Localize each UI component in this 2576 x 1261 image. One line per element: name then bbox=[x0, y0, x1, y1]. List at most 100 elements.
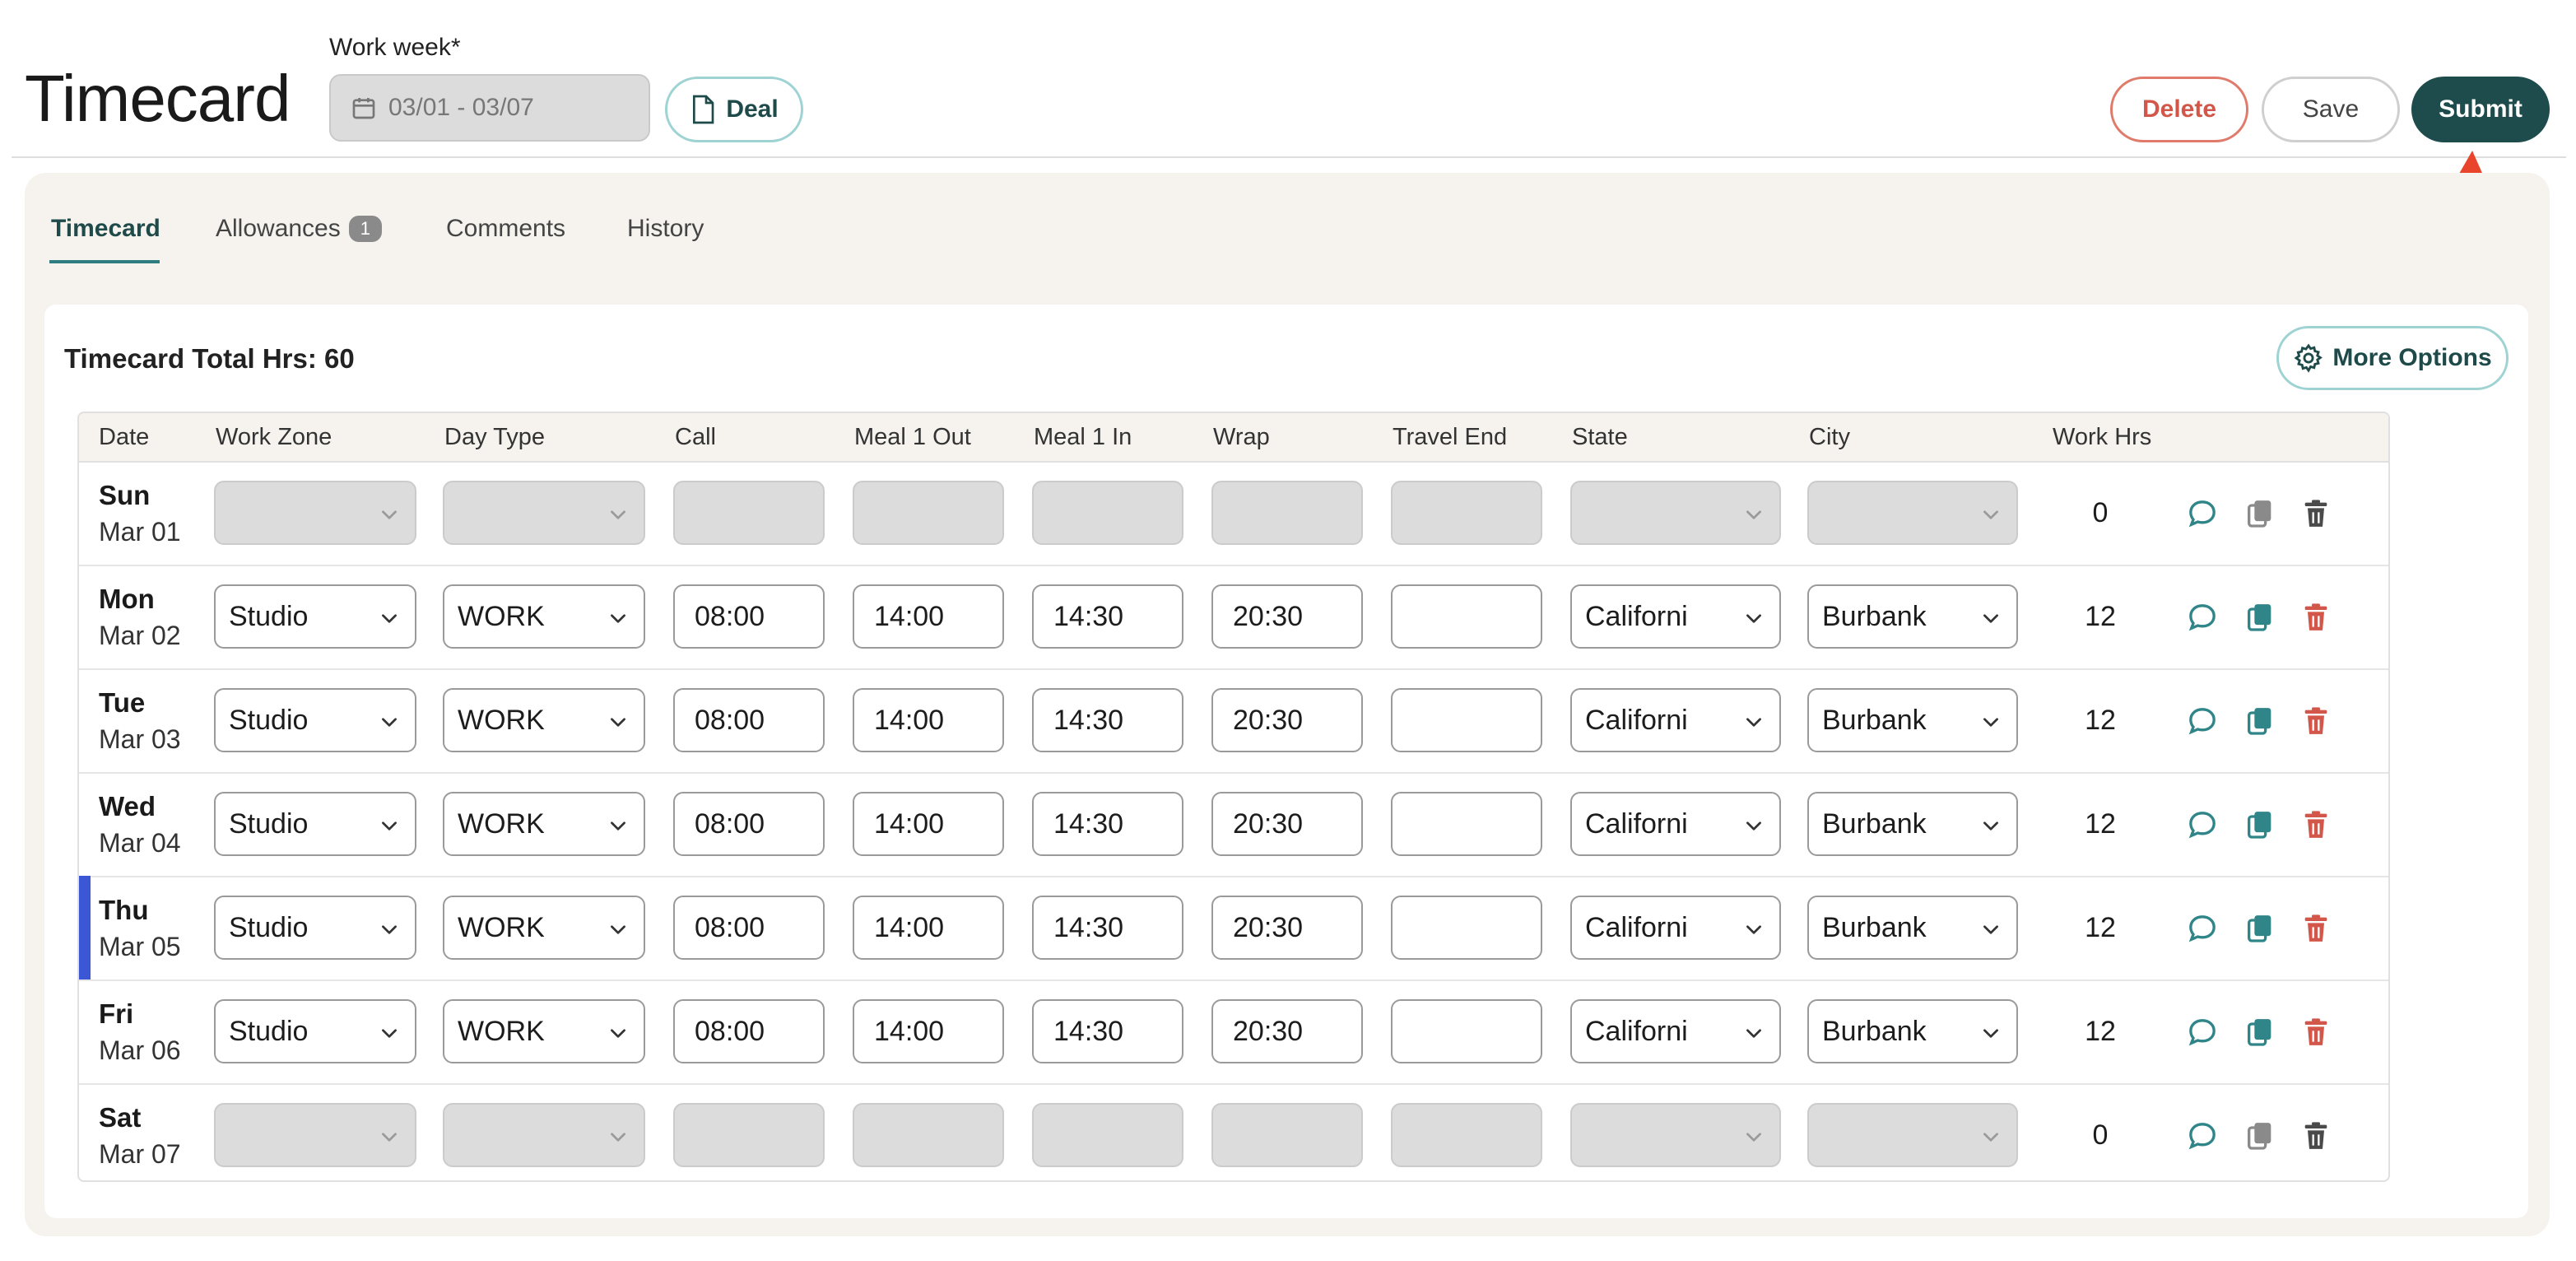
copy-icon[interactable] bbox=[2244, 705, 2276, 738]
copy-icon[interactable] bbox=[2244, 497, 2276, 530]
travel-end-input[interactable] bbox=[1391, 688, 1542, 752]
day-type-value: WORK bbox=[458, 808, 545, 840]
copy-icon[interactable] bbox=[2244, 808, 2276, 841]
city-select[interactable]: Burbank bbox=[1807, 896, 2018, 960]
call-input[interactable] bbox=[673, 481, 825, 545]
trash-icon[interactable] bbox=[2299, 601, 2332, 634]
meal1-out-input[interactable]: 14:00 bbox=[853, 584, 1004, 649]
meal1-in-input[interactable]: 14:30 bbox=[1032, 999, 1183, 1063]
state-select[interactable] bbox=[1570, 481, 1781, 545]
meal1-out-input[interactable]: 14:00 bbox=[853, 999, 1004, 1063]
meal1-in-input[interactable]: 14:30 bbox=[1032, 584, 1183, 649]
wrap-input[interactable] bbox=[1211, 1103, 1363, 1167]
call-input[interactable]: 08:00 bbox=[673, 999, 825, 1063]
meal1-in-input[interactable] bbox=[1032, 481, 1183, 545]
trash-icon[interactable] bbox=[2299, 1016, 2332, 1049]
meal1-out-input[interactable] bbox=[853, 481, 1004, 545]
meal1-in-input[interactable] bbox=[1032, 1103, 1183, 1167]
copy-icon[interactable] bbox=[2244, 1119, 2276, 1152]
wrap-input[interactable]: 20:30 bbox=[1211, 792, 1363, 856]
work-zone-select[interactable]: Studio bbox=[214, 792, 416, 856]
comment-icon[interactable] bbox=[2186, 1016, 2219, 1049]
copy-icon[interactable] bbox=[2244, 1016, 2276, 1049]
travel-end-input[interactable] bbox=[1391, 999, 1542, 1063]
day-type-select[interactable]: WORK bbox=[443, 896, 645, 960]
state-select[interactable]: Californi bbox=[1570, 584, 1781, 649]
state-select[interactable]: Californi bbox=[1570, 999, 1781, 1063]
wrap-input[interactable] bbox=[1211, 481, 1363, 545]
travel-end-input[interactable] bbox=[1391, 896, 1542, 960]
work-zone-select[interactable]: Studio bbox=[214, 999, 416, 1063]
table-row: Wed Mar 04 Studio WORK Californi Burbank 08:00… bbox=[79, 772, 2388, 877]
city-select[interactable] bbox=[1807, 481, 2018, 545]
copy-icon[interactable] bbox=[2244, 912, 2276, 945]
tab-history[interactable]: History bbox=[627, 212, 704, 245]
meal1-out-input[interactable]: 14:00 bbox=[853, 688, 1004, 752]
meal1-in-input[interactable]: 14:30 bbox=[1032, 792, 1183, 856]
day-type-select[interactable]: WORK bbox=[443, 792, 645, 856]
day-type-select[interactable]: WORK bbox=[443, 688, 645, 752]
city-select[interactable]: Burbank bbox=[1807, 688, 2018, 752]
trash-icon[interactable] bbox=[2299, 1119, 2332, 1152]
city-select[interactable] bbox=[1807, 1103, 2018, 1167]
call-input[interactable] bbox=[673, 1103, 825, 1167]
city-select[interactable]: Burbank bbox=[1807, 584, 2018, 649]
call-input[interactable]: 08:00 bbox=[673, 688, 825, 752]
state-select[interactable]: Californi bbox=[1570, 688, 1781, 752]
travel-end-input[interactable] bbox=[1391, 584, 1542, 649]
more-options-button[interactable]: More Options bbox=[2276, 326, 2509, 390]
call-input[interactable]: 08:00 bbox=[673, 792, 825, 856]
call-input[interactable]: 08:00 bbox=[673, 896, 825, 960]
state-select[interactable]: Californi bbox=[1570, 896, 1781, 960]
comment-icon[interactable] bbox=[2186, 1119, 2219, 1152]
meal1-out-input[interactable]: 14:00 bbox=[853, 792, 1004, 856]
call-input[interactable]: 08:00 bbox=[673, 584, 825, 649]
state-select[interactable] bbox=[1570, 1103, 1781, 1167]
travel-end-input[interactable] bbox=[1391, 1103, 1542, 1167]
meal1-in-input[interactable]: 14:30 bbox=[1032, 688, 1183, 752]
tab-allowances[interactable]: Allowances 1 bbox=[216, 212, 382, 245]
chevron-down-icon bbox=[1746, 614, 1761, 623]
day-type-value: WORK bbox=[458, 1016, 545, 1047]
meal1-out-input[interactable] bbox=[853, 1103, 1004, 1167]
table-header: Date Work Zone Day Type Call Meal 1 Out Meal … bbox=[79, 413, 2388, 463]
meal1-in-input[interactable]: 14:30 bbox=[1032, 896, 1183, 960]
work-zone-select[interactable] bbox=[214, 1103, 416, 1167]
trash-icon[interactable] bbox=[2299, 705, 2332, 738]
wrap-input[interactable]: 20:30 bbox=[1211, 584, 1363, 649]
submit-button[interactable]: Submit bbox=[2411, 77, 2550, 142]
delete-button[interactable]: Delete bbox=[2110, 77, 2248, 142]
copy-icon[interactable] bbox=[2244, 601, 2276, 634]
work-zone-select[interactable] bbox=[214, 481, 416, 545]
work-zone-select[interactable]: Studio bbox=[214, 896, 416, 960]
state-select[interactable]: Californi bbox=[1570, 792, 1781, 856]
wrap-input[interactable]: 20:30 bbox=[1211, 688, 1363, 752]
tab-comments[interactable]: Comments bbox=[446, 212, 565, 245]
day-type-select[interactable]: WORK bbox=[443, 999, 645, 1063]
work-zone-select[interactable]: Studio bbox=[214, 688, 416, 752]
wrap-input[interactable]: 20:30 bbox=[1211, 896, 1363, 960]
chevron-down-icon bbox=[1983, 925, 1998, 934]
trash-icon[interactable] bbox=[2299, 912, 2332, 945]
tab-timecard[interactable]: Timecard bbox=[51, 212, 160, 245]
city-select[interactable]: Burbank bbox=[1807, 999, 2018, 1063]
travel-end-input[interactable] bbox=[1391, 481, 1542, 545]
travel-end-input[interactable] bbox=[1391, 792, 1542, 856]
meal1-out-input[interactable]: 14:00 bbox=[853, 896, 1004, 960]
city-select[interactable]: Burbank bbox=[1807, 792, 2018, 856]
save-button[interactable]: Save bbox=[2262, 77, 2400, 142]
comment-icon[interactable] bbox=[2186, 497, 2219, 530]
day-type-select[interactable]: WORK bbox=[443, 584, 645, 649]
trash-icon[interactable] bbox=[2299, 808, 2332, 841]
comment-icon[interactable] bbox=[2186, 601, 2219, 634]
comment-icon[interactable] bbox=[2186, 912, 2219, 945]
day-type-select[interactable] bbox=[443, 481, 645, 545]
trash-icon[interactable] bbox=[2299, 497, 2332, 530]
day-type-select[interactable] bbox=[443, 1103, 645, 1167]
wrap-input[interactable]: 20:30 bbox=[1211, 999, 1363, 1063]
comment-icon[interactable] bbox=[2186, 808, 2219, 841]
deal-button[interactable]: Deal bbox=[665, 77, 803, 142]
work-week-field[interactable]: 03/01 - 03/07 bbox=[329, 74, 650, 142]
comment-icon[interactable] bbox=[2186, 705, 2219, 738]
work-zone-select[interactable]: Studio bbox=[214, 584, 416, 649]
